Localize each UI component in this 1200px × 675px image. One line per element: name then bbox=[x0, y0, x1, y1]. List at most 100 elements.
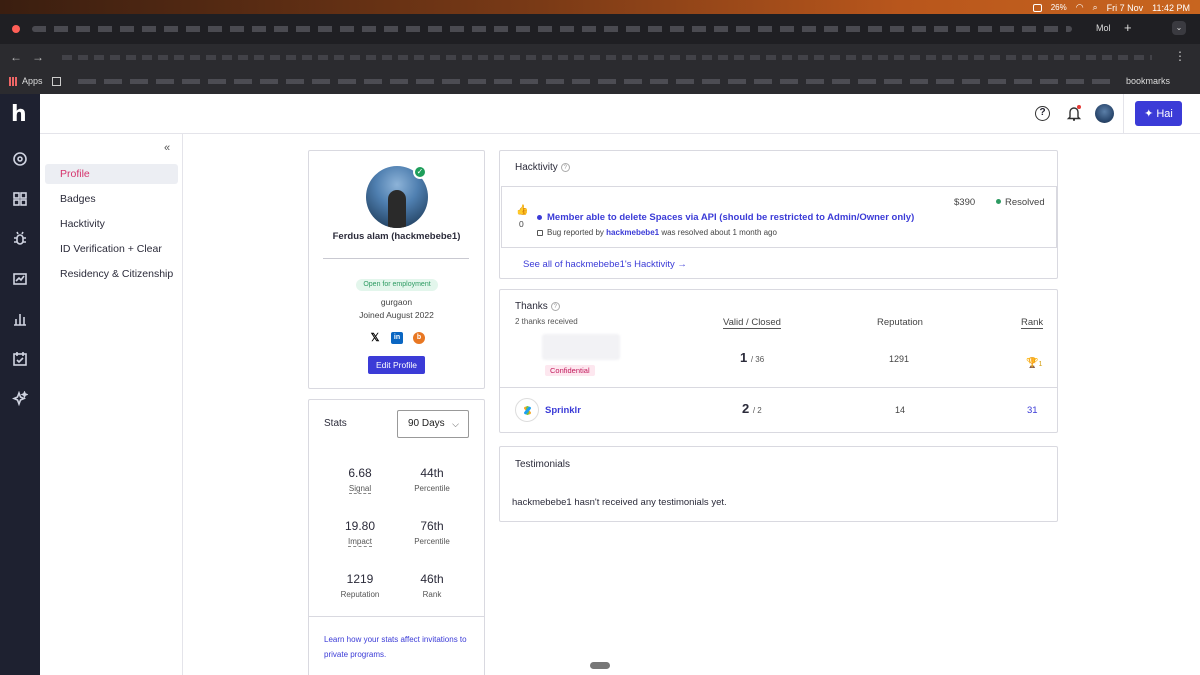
hackerone-logo[interactable]: h bbox=[11, 102, 27, 127]
help-icon[interactable]: ? bbox=[550, 302, 560, 311]
scroll-indicator[interactable] bbox=[590, 662, 610, 669]
thanks-card: Thanks? 2 thanks received Valid / Closed… bbox=[499, 289, 1058, 433]
impact-label[interactable]: Impact bbox=[325, 537, 395, 547]
impact-value: 19.80 bbox=[344, 519, 376, 533]
program-name-link[interactable]: Sprinklr bbox=[545, 405, 581, 416]
user-avatar[interactable] bbox=[1095, 104, 1114, 123]
notifications-bell-icon[interactable] bbox=[1066, 105, 1082, 122]
app-topbar: ? ✦ Hai bbox=[40, 94, 1200, 134]
sidebar-item-profile[interactable]: Profile bbox=[45, 164, 178, 184]
sparkle-icon[interactable] bbox=[11, 390, 29, 408]
rank-label: Rank bbox=[422, 590, 442, 599]
app-window: h ? ✦ Hai « Profile Badges Hacktivity ID… bbox=[0, 94, 1200, 675]
sidebar-item-badges[interactable]: Badges bbox=[45, 189, 178, 209]
status-badge: Resolved bbox=[996, 197, 1045, 208]
testimonials-title: Testimonials bbox=[515, 459, 571, 470]
valid-count: 1 / 36 bbox=[740, 350, 765, 365]
valid-count: 2 / 2 bbox=[742, 401, 762, 416]
url-field[interactable] bbox=[62, 55, 1152, 60]
hacktivity-item[interactable]: 👍 0 Member able to delete Spaces via API… bbox=[501, 186, 1057, 248]
date-label[interactable]: Fri 7 Nov bbox=[1107, 3, 1144, 13]
bug-icon[interactable] bbox=[11, 230, 29, 248]
wifi-icon[interactable]: ◠ bbox=[1076, 2, 1084, 13]
help-icon[interactable]: ? bbox=[560, 163, 570, 172]
all-bookmarks[interactable]: bookmarks bbox=[1126, 76, 1170, 86]
confidential-badge: Confidential bbox=[545, 365, 595, 376]
tab-strip[interactable] bbox=[32, 26, 1072, 32]
col-reputation: Reputation bbox=[877, 317, 923, 328]
upvote-icon[interactable]: 👍 bbox=[516, 205, 528, 216]
reputation-cell: 14 bbox=[895, 405, 906, 415]
reputation-cell: 1291 bbox=[889, 354, 910, 364]
verified-check-icon: ✓ bbox=[413, 165, 427, 179]
divider bbox=[323, 258, 469, 259]
report-meta: Bug reported by hackmebebe1 was resolved… bbox=[537, 228, 777, 237]
social-links: 𝕏 in b bbox=[369, 332, 425, 344]
bookmark-items[interactable] bbox=[78, 79, 1118, 84]
bugcrowd-icon[interactable]: b bbox=[413, 332, 425, 344]
reputation-value: 1219 bbox=[346, 572, 374, 586]
col-valid-closed[interactable]: Valid / Closed bbox=[723, 317, 781, 329]
edit-profile-button[interactable]: Edit Profile bbox=[368, 356, 425, 374]
thanks-count: 2 thanks received bbox=[515, 317, 578, 326]
back-arrow-icon[interactable]: ← bbox=[10, 50, 22, 64]
period-dropdown[interactable]: 90 Days ⌵ bbox=[397, 410, 469, 438]
sidebar-item-hacktivity[interactable]: Hacktivity bbox=[45, 214, 178, 234]
analytics-icon[interactable] bbox=[11, 270, 29, 288]
see-all-hacktivity-link[interactable]: See all of hackmebebe1's Hacktivity → bbox=[523, 259, 687, 270]
col-rank[interactable]: Rank bbox=[1021, 317, 1044, 329]
sparkle-icon: ✦ bbox=[1144, 108, 1154, 120]
sidebar-item-residency[interactable]: Residency & Citizenship bbox=[45, 264, 178, 284]
forward-arrow-icon[interactable]: → bbox=[32, 50, 44, 64]
reporter-link[interactable]: hackmebebe1 bbox=[606, 228, 659, 237]
active-tab-label[interactable]: Mol bbox=[1096, 23, 1111, 33]
close-window-button[interactable] bbox=[12, 25, 20, 33]
linkedin-icon[interactable]: in bbox=[391, 332, 403, 344]
trophy-icon: 🏆1 bbox=[1026, 358, 1043, 369]
stats-info-link[interactable]: Learn how your stats affect invitations … bbox=[324, 632, 474, 662]
rank-cell[interactable]: 31 bbox=[1027, 405, 1038, 416]
signal-label[interactable]: Signal bbox=[325, 484, 395, 494]
employment-badge: Open for employment bbox=[356, 279, 438, 291]
help-icon[interactable]: ? bbox=[1035, 106, 1050, 121]
period-value: 90 Days bbox=[408, 418, 445, 429]
collapse-sidebar-icon[interactable]: « bbox=[164, 142, 170, 154]
grid-icon[interactable] bbox=[52, 77, 61, 86]
browser-menu-icon[interactable]: ⋮ bbox=[1174, 49, 1186, 63]
signal-percentile-value: 44th bbox=[420, 466, 444, 480]
profile-joined: Joined August 2022 bbox=[359, 310, 434, 320]
x-twitter-icon[interactable]: 𝕏 bbox=[369, 332, 381, 344]
profile-name: Ferdus alam (hackmebebe1) bbox=[332, 231, 461, 242]
bookmark-apps[interactable]: Apps bbox=[22, 76, 43, 86]
target-icon[interactable] bbox=[11, 150, 29, 168]
hacktivity-card: Hacktivity? 👍 0 Member able to delete Sp… bbox=[499, 150, 1058, 279]
profile-card: ✓ Ferdus alam (hackmebebe1) Open for emp… bbox=[308, 150, 485, 389]
rank-value: 46th bbox=[420, 572, 444, 586]
severity-dot bbox=[537, 215, 542, 220]
bar-chart-icon[interactable] bbox=[11, 310, 29, 328]
dashboard-icon[interactable] bbox=[11, 190, 29, 208]
sidebar-item-id-verification[interactable]: ID Verification + Clear bbox=[45, 239, 178, 259]
tab-search-button[interactable]: ⌄ bbox=[1172, 21, 1186, 35]
browser-chrome: Mol + ⌄ ← → ⋮ Apps bookmarks bbox=[0, 14, 1200, 94]
program-logo-blurred bbox=[542, 334, 620, 360]
vote-count: 0 bbox=[519, 219, 524, 229]
sprinklr-logo[interactable] bbox=[515, 398, 539, 422]
hacktivity-title: Hacktivity? bbox=[515, 162, 570, 173]
new-tab-button[interactable]: + bbox=[1124, 20, 1132, 35]
search-icon[interactable]: ⌕ bbox=[1093, 2, 1098, 13]
hai-assistant-button[interactable]: ✦ Hai bbox=[1135, 101, 1182, 126]
reputation-label: Reputation bbox=[340, 590, 380, 599]
topbar-divider bbox=[1123, 94, 1124, 134]
report-title-link[interactable]: Member able to delete Spaces via API (sh… bbox=[547, 212, 914, 223]
lock-icon bbox=[537, 230, 543, 236]
apps-grid-icon[interactable] bbox=[9, 77, 18, 86]
os-menubar: 26% ◠ ⌕ Fri 7 Nov 11:42 PM bbox=[0, 0, 1200, 14]
status-icon[interactable] bbox=[1032, 3, 1042, 12]
chevron-down-icon: ⌵ bbox=[452, 419, 459, 429]
testimonials-card: Testimonials hackmebebe1 hasn't received… bbox=[499, 446, 1058, 522]
battery-indicator[interactable]: 26% bbox=[1051, 3, 1067, 12]
row-divider bbox=[500, 387, 1058, 388]
time-label[interactable]: 11:42 PM bbox=[1152, 3, 1190, 13]
calendar-check-icon[interactable] bbox=[11, 350, 29, 368]
